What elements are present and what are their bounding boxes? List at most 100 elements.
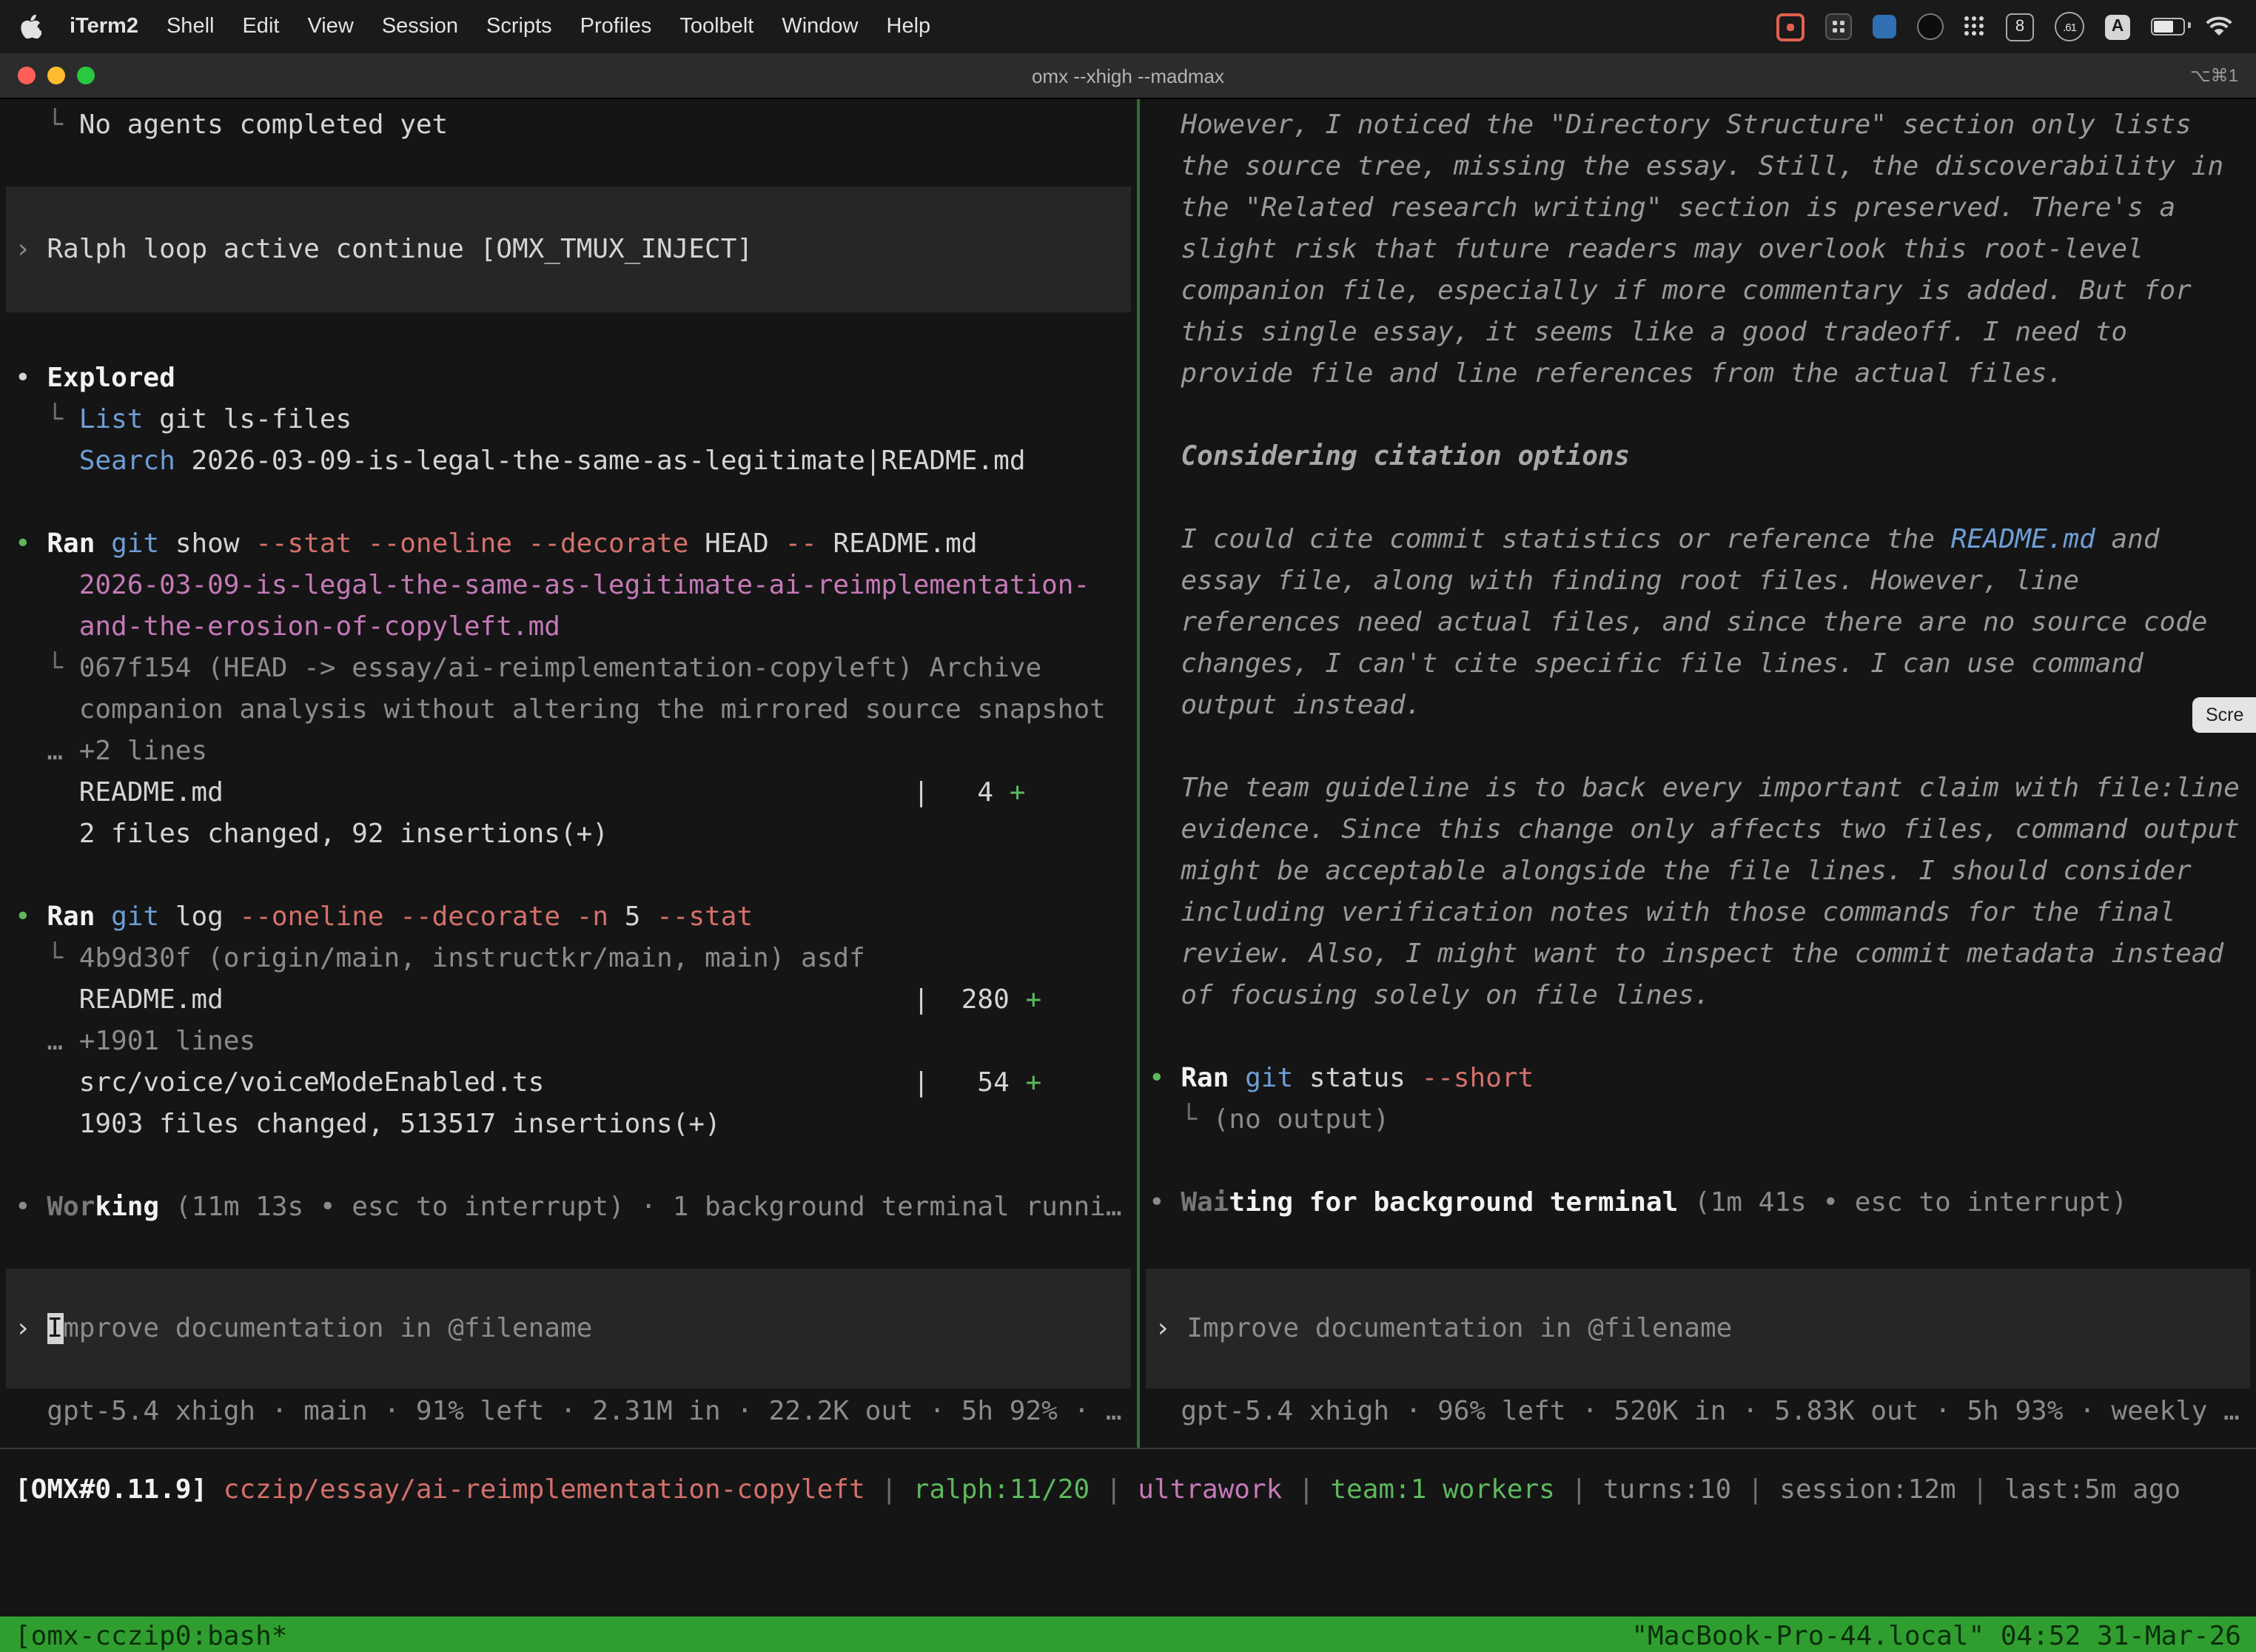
menu-bar: iTerm2 Shell Edit View Session Scripts P… — [0, 0, 2256, 53]
text-segment: • — [15, 1192, 47, 1223]
wifi-icon[interactable] — [2206, 16, 2232, 37]
text-segment: Ralph loop active continue — [47, 233, 480, 264]
minimize-window-button[interactable] — [47, 67, 65, 84]
terminal-line: Considering citation options — [1149, 437, 2256, 478]
model-status-left: gpt-5.4 xhigh · main · 91% left · 2.31M … — [0, 1391, 1137, 1433]
menu-item-window[interactable]: Window — [782, 15, 858, 38]
left-pane[interactable]: └ No agents completed yet › Ralph loop a… — [0, 99, 1140, 1448]
terminal-line: might be acceptable alongside the file l… — [1149, 851, 2256, 893]
apple-menu-icon[interactable] — [21, 15, 41, 38]
tmux-session-window[interactable]: [omx-cczip0:bash* — [15, 1616, 287, 1652]
text-segment: changes, I can't cite specific file line… — [1149, 648, 2143, 679]
omx-status-bar: [OMX#0.11.9] cczip/essay/ai-reimplementa… — [0, 1449, 2256, 1616]
text-segment: gpt-5.4 xhigh · 96% left · 520K in · 5.8… — [1149, 1396, 2240, 1427]
text-segment: provide file and line references from th… — [1149, 358, 2063, 389]
terminal-line: └ 067f154 (HEAD -> essay/ai-reimplementa… — [15, 648, 1137, 690]
text-segment: log — [175, 901, 240, 933]
text-segment: [OMX_TMUX_INJECT] — [480, 233, 753, 264]
text-segment: Search — [79, 446, 175, 477]
terminal-line: evidence. Since this change only affects… — [1149, 810, 2256, 851]
terminal-line: provide file and line references from th… — [1149, 354, 2256, 395]
text-segment: Wai — [1181, 1187, 1229, 1218]
text-segment: --oneline --decorate — [240, 901, 577, 933]
text-segment: git — [111, 901, 175, 933]
text-segment: ralph:11/20 — [913, 1474, 1090, 1505]
text-segment: slight risk that future readers may over… — [1149, 234, 2143, 265]
text-segment: › — [15, 233, 47, 264]
text-segment: 1903 files changed, 513517 insertions(+) — [15, 1109, 721, 1140]
terminal-line: 2 files changed, 92 insertions(+) — [15, 814, 1137, 856]
zoom-window-button[interactable] — [77, 67, 95, 84]
text-segment: companion file, especially if more comme… — [1149, 275, 2192, 306]
menu-item-toolbelt[interactable]: Toolbelt — [679, 15, 753, 38]
dark-app-icon[interactable] — [1917, 13, 1944, 40]
screen-overlay-tab[interactable]: Scre — [2192, 697, 2256, 733]
terminal-line: and-the-erosion-of-copyleft.md — [15, 607, 1137, 648]
battery-gauge-icon[interactable]: .61 — [2055, 12, 2084, 41]
menu-item-view[interactable]: View — [307, 15, 353, 38]
text-segment: However, I noticed the "Directory Struct… — [1149, 110, 2192, 141]
text-segment: • — [1149, 1187, 1181, 1218]
text-segment: Ran — [1181, 1063, 1245, 1094]
menu-item-scripts[interactable]: Scripts — [486, 15, 552, 38]
key-badge-icon[interactable]: 8 — [2006, 13, 2034, 41]
menubar-status-icons: 8 .61 A — [1776, 12, 2232, 41]
window-grid-icon[interactable] — [1825, 13, 1852, 40]
close-window-button[interactable] — [18, 67, 36, 84]
text-segment: README.md — [1951, 524, 2095, 555]
text-segment: | — [1555, 1474, 1603, 1505]
menu-item-profiles[interactable]: Profiles — [580, 15, 652, 38]
text-segment: output instead. — [1149, 690, 1421, 721]
text-segment: | — [865, 1474, 913, 1505]
text-segment: the "Related research writing" section i… — [1149, 192, 2175, 224]
menu-item-edit[interactable]: Edit — [242, 15, 279, 38]
terminal-line: Search 2026-03-09-is-legal-the-same-as-l… — [15, 441, 1137, 483]
menu-item-iterm2[interactable]: iTerm2 — [70, 15, 138, 38]
terminal-line: • Explored — [15, 358, 1137, 400]
text-segment: • — [15, 363, 47, 394]
terminal-line: slight risk that future readers may over… — [1149, 229, 2256, 271]
text-segment: + — [1010, 777, 1026, 808]
terminal-line: companion analysis without altering the … — [15, 690, 1137, 731]
terminal-line — [1149, 478, 2256, 520]
terminal-line: references need actual files, and since … — [1149, 602, 2256, 644]
text-segment: -- — [785, 528, 833, 560]
text-segment: | — [1956, 1474, 2004, 1505]
text-segment: └ — [15, 653, 79, 684]
battery-icon[interactable] — [2151, 18, 2185, 36]
blue-app-icon[interactable] — [1873, 15, 1896, 38]
text-segment: mprove documentation in @filename — [63, 1312, 592, 1343]
text-segment: README.md | 4 — [15, 777, 1010, 808]
agent-intro-lines: └ No agents completed yet — [0, 99, 1137, 147]
text-segment: • — [15, 901, 47, 933]
text-segment: -n — [577, 901, 625, 933]
menu-item-session[interactable]: Session — [382, 15, 458, 38]
menu-item-help[interactable]: Help — [887, 15, 931, 38]
window-shortcut: ⌥⌘1 — [2190, 65, 2238, 86]
prompt-input-right[interactable]: › Improve documentation in @filename — [1146, 1269, 2250, 1389]
text-segment: README.md — [833, 528, 977, 560]
text-segment: 4b9d30f (origin/main, instructkr/main, m… — [79, 943, 865, 974]
text-segment: git — [1245, 1063, 1309, 1094]
prompt-input-left[interactable]: › Improve documentation in @filename — [6, 1269, 1131, 1389]
terminal-line: essay file, along with finding root file… — [1149, 561, 2256, 602]
terminal-area: └ No agents completed yet › Ralph loop a… — [0, 99, 2256, 1449]
text-segment: status — [1309, 1063, 1422, 1094]
terminal-line: including verification notes with those … — [1149, 893, 2256, 934]
terminal-line: The team guideline is to back every impo… — [1149, 768, 2256, 810]
right-pane[interactable]: However, I noticed the "Directory Struct… — [1140, 99, 2256, 1448]
text-segment: | — [1282, 1474, 1330, 1505]
text-segment: review. Also, I might want to inspect th… — [1149, 939, 2223, 970]
terminal-line: src/voice/voiceModeEnabled.ts | 54 + — [15, 1063, 1137, 1104]
dots-grid-icon[interactable] — [1964, 16, 1985, 37]
terminal-line: └ (no output) — [1149, 1100, 2256, 1141]
terminal-line: 2026-03-09-is-legal-the-same-as-legitima… — [15, 565, 1137, 607]
input-source-icon[interactable]: A — [2105, 14, 2130, 39]
text-segment: --short — [1422, 1063, 1534, 1094]
menu-item-shell[interactable]: Shell — [167, 15, 215, 38]
text-segment: (1m 41s • esc to interrupt) — [1678, 1187, 2127, 1218]
prompt-input-right-text: › Improve documentation in @filename — [1146, 1308, 2250, 1349]
text-segment: README.md | 280 — [15, 984, 1025, 1015]
text-segment: of focusing solely on file lines. — [1149, 980, 1711, 1011]
screen-recording-icon[interactable] — [1776, 13, 1805, 41]
